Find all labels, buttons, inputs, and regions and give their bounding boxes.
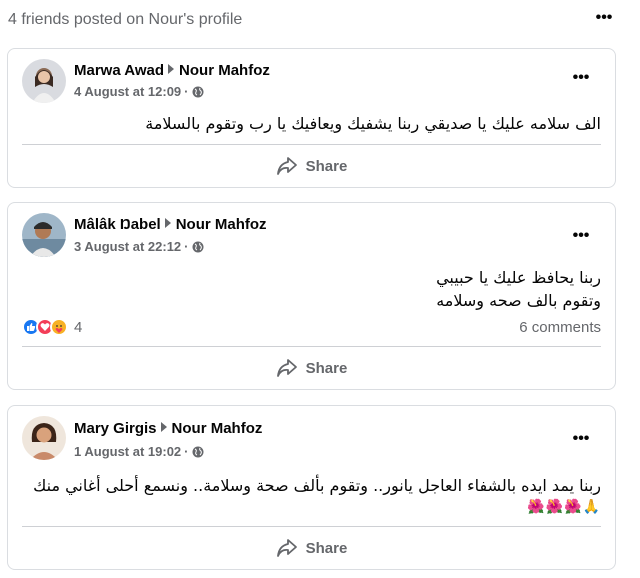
- author-name[interactable]: Mary Girgis: [74, 420, 157, 437]
- comments-link[interactable]: 6 comments: [519, 319, 601, 336]
- post-author-line: Mâlâk Ŋabel Nour Mahfoz: [74, 216, 267, 233]
- post-text-line: وتقوم بالف صحه وسلامه: [436, 291, 601, 310]
- post-text: الف سلامه عليك يا صديقي ربنا يشفيك ويعاف…: [145, 112, 601, 135]
- post-card: Marwa Awad Nour Mahfoz 4 August at 12:09 ·…: [7, 48, 616, 188]
- share-button[interactable]: Share: [22, 351, 601, 385]
- arrow-right-icon: [160, 422, 167, 432]
- avatar[interactable]: [22, 213, 66, 257]
- share-icon: [276, 539, 297, 557]
- post-text: ربنا يحافظ عليك يا حبيبي وتقوم بالف صحه …: [436, 266, 601, 312]
- divider: [22, 144, 601, 145]
- reactions-summary[interactable]: 4: [22, 318, 82, 336]
- group-more-options-icon[interactable]: •••: [592, 9, 616, 27]
- post-date[interactable]: 1 August at 19:02: [74, 444, 181, 459]
- arrow-right-icon: [164, 218, 171, 228]
- target-name[interactable]: Nour Mahfoz: [176, 216, 267, 233]
- post-text-line: ربنا يحافظ عليك يا حبيبي: [436, 268, 601, 287]
- target-name[interactable]: Nour Mahfoz: [179, 62, 270, 79]
- group-title: 4 friends posted on Nour's profile: [8, 11, 243, 28]
- avatar[interactable]: [22, 59, 66, 103]
- share-button[interactable]: Share: [22, 149, 601, 183]
- post-card: Mary Girgis Nour Mahfoz 1 August at 19:02…: [7, 405, 616, 570]
- post-author-line: Mary Girgis Nour Mahfoz: [74, 420, 262, 437]
- divider: [22, 346, 601, 347]
- globe-icon: [192, 446, 204, 458]
- author-name[interactable]: Mâlâk Ŋabel: [74, 216, 161, 233]
- share-icon: [276, 157, 297, 175]
- globe-icon: [192, 86, 204, 98]
- share-label: Share: [305, 539, 348, 557]
- arrow-right-icon: [168, 64, 175, 74]
- reaction-count[interactable]: 4: [74, 319, 82, 336]
- globe-icon: [192, 241, 204, 253]
- share-label: Share: [305, 157, 348, 175]
- share-label: Share: [305, 359, 348, 377]
- post-text-line: الف سلامه عليك يا صديقي ربنا يشفيك ويعاف…: [145, 114, 601, 133]
- care-icon: [50, 318, 68, 336]
- post-text-line: ربنا يمد ايده بالشفاء العاجل يانور.. وتق…: [33, 476, 601, 495]
- post-more-options-icon[interactable]: •••: [569, 430, 593, 448]
- post-date[interactable]: 4 August at 12:09: [74, 84, 181, 99]
- post-meta: 1 August at 19:02 ·: [74, 444, 204, 459]
- divider: [22, 526, 601, 527]
- post-date[interactable]: 3 August at 22:12: [74, 239, 181, 254]
- share-button[interactable]: Share: [22, 531, 601, 565]
- author-name[interactable]: Marwa Awad: [74, 62, 164, 79]
- post-text: ربنا يمد ايده بالشفاء العاجل يانور.. وتق…: [33, 474, 601, 497]
- post-more-options-icon[interactable]: •••: [569, 69, 593, 87]
- post-card: Mâlâk Ŋabel Nour Mahfoz 3 August at 22:12…: [7, 202, 616, 390]
- meta-separator: ·: [184, 84, 189, 99]
- group-header: 4 friends posted on Nour's profile •••: [4, 9, 630, 31]
- post-author-line: Marwa Awad Nour Mahfoz: [74, 62, 270, 79]
- post-meta: 3 August at 22:12 ·: [74, 239, 204, 254]
- target-name[interactable]: Nour Mahfoz: [172, 420, 263, 437]
- group-panel: 4 friends posted on Nour's profile ••• M…: [0, 0, 640, 578]
- avatar[interactable]: [22, 416, 66, 460]
- meta-separator: ·: [184, 444, 189, 459]
- meta-separator: ·: [184, 239, 189, 254]
- post-emojis: 🌺🌺🌺🙏: [527, 498, 601, 514]
- post-meta: 4 August at 12:09 ·: [74, 84, 204, 99]
- share-icon: [276, 359, 297, 377]
- post-more-options-icon[interactable]: •••: [569, 227, 593, 245]
